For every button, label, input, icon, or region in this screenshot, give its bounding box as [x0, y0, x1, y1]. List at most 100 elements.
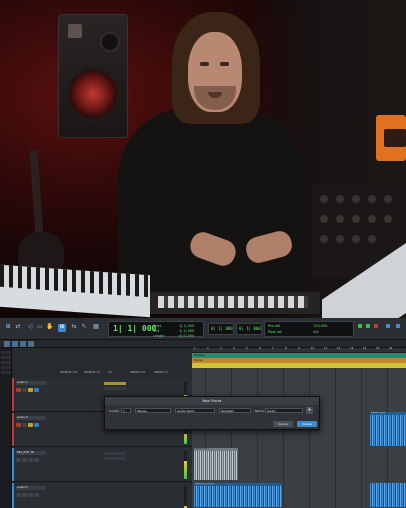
ruler-mark: 8 — [285, 347, 287, 350]
view-toggle-icon[interactable] — [4, 341, 10, 347]
input-monitor-button[interactable] — [22, 388, 27, 392]
ruler-mark: 4 — [233, 347, 235, 350]
input-monitor-button[interactable] — [22, 493, 27, 497]
track-count-field[interactable]: 1 — [121, 408, 131, 413]
meter-value: 4/4 — [313, 330, 319, 334]
smart-tool-icon[interactable]: ⊕ — [58, 324, 66, 332]
name-label: Name: — [255, 409, 265, 413]
record-arm-button[interactable] — [16, 388, 21, 392]
solo-button[interactable] — [28, 423, 33, 427]
grid-line — [361, 368, 362, 508]
nudge-value: 0| 1| 000 — [211, 326, 233, 331]
ruler-mark: 5 — [246, 347, 248, 350]
output-selector[interactable] — [104, 457, 126, 460]
track-row[interactable]: MIX_RTR_TR — [12, 448, 192, 482]
output-selector[interactable] — [104, 387, 126, 390]
tempo-display[interactable]: Pre-roll Post-roll 120.000 4/4 — [264, 321, 354, 337]
create-button[interactable]: Create — [297, 421, 317, 427]
grid-line — [335, 368, 336, 508]
markers-ruler-label: Markers — [194, 353, 206, 357]
track-type-select[interactable]: Audio Track — [175, 408, 215, 413]
mute-button[interactable] — [34, 493, 39, 497]
add-row-icon[interactable]: + — [306, 407, 313, 414]
mute-button[interactable] — [34, 458, 39, 462]
counter-start-value: 1| 1| 000 — [179, 324, 195, 328]
track-name[interactable]: MIX_RTR_TR — [16, 451, 46, 455]
new-tracks-dialog: New Tracks Create 1 Stereo Audio Track S… — [104, 396, 320, 430]
eye — [200, 62, 209, 66]
create-label: Create — [109, 409, 119, 413]
track-width-select[interactable]: Stereo — [135, 408, 171, 413]
track-name[interactable]: Audio 5 — [16, 486, 46, 490]
track-list-row[interactable] — [1, 371, 11, 374]
tempo-value: 120.000 — [313, 324, 328, 328]
grid-mode-icon[interactable]: ▦ — [92, 324, 100, 332]
track-name[interactable]: Audio 2 — [16, 416, 46, 420]
grabber-tool-icon[interactable]: ✋ — [46, 324, 54, 332]
track-name-input[interactable]: Audio — [265, 408, 303, 413]
audio-clip[interactable]: MIX_RTR_TR_01 — [194, 483, 282, 507]
record-arm-button[interactable] — [16, 423, 21, 427]
solo-button[interactable] — [28, 493, 33, 497]
nudge-value-box[interactable]: 0| 1| 000 — [208, 323, 234, 335]
column-header-inserts-ae: INSERTS A-E — [60, 370, 78, 374]
track-list-row[interactable] — [1, 366, 11, 369]
solo-button[interactable] — [28, 458, 33, 462]
track-list-row[interactable] — [1, 351, 11, 354]
mute-button[interactable] — [34, 423, 39, 427]
record-arm-button[interactable] — [16, 458, 21, 462]
input-selector[interactable] — [104, 452, 126, 455]
view-toggle-icon[interactable] — [12, 341, 18, 347]
track-list-row[interactable] — [1, 356, 11, 359]
cancel-button[interactable]: Cancel — [273, 421, 293, 427]
scrubber-icon[interactable]: ⇆ — [70, 324, 78, 332]
ruler-mark: 14 — [363, 347, 367, 350]
grid-value-box[interactable]: 0| 1| 000 — [236, 323, 262, 335]
grid-value: 0| 1| 000 — [239, 326, 261, 331]
ruler-mark: 15 — [376, 347, 380, 350]
ruler-mark: 16 — [389, 347, 393, 350]
input-selector[interactable] — [104, 382, 126, 385]
pencil-tool-icon[interactable]: ✎ — [80, 324, 88, 332]
selector-tool-icon[interactable]: ▭ — [36, 324, 44, 332]
ruler-mark: 11 — [324, 347, 328, 350]
track-list-row[interactable] — [1, 361, 11, 364]
clip-waveform — [370, 483, 406, 507]
grid-line — [309, 368, 310, 508]
record-arm-button[interactable] — [16, 493, 21, 497]
status-led — [366, 324, 370, 328]
ruler-mark: 12 — [337, 347, 341, 350]
main-counter[interactable]: 1| 1| 000 Start End Length 1| 1| 000 1| … — [108, 321, 204, 338]
zoom-icon[interactable]: ⊞ — [4, 324, 12, 332]
timebase-select[interactable]: Samples — [219, 408, 251, 413]
shuffle-icon[interactable]: ⇄ — [14, 324, 22, 332]
track-color-strip — [12, 448, 14, 481]
ruler-mark: 1 — [194, 347, 196, 350]
counter-end-label: End — [153, 329, 160, 333]
view-toggle-icon[interactable] — [20, 341, 26, 347]
input-monitor-button[interactable] — [22, 423, 27, 427]
midi-controller — [150, 292, 320, 314]
input-monitor-button[interactable] — [22, 458, 27, 462]
meter-ruler[interactable] — [192, 363, 406, 368]
clip-waveform — [194, 451, 238, 480]
view-toggle-icon[interactable] — [28, 341, 34, 347]
audio-clip[interactable]: Audio 3_01 — [194, 448, 238, 480]
counter-end-value: 1| 1| 000 — [179, 329, 195, 333]
solo-button[interactable] — [28, 388, 33, 392]
speaker-woofer — [69, 70, 117, 118]
mute-button[interactable] — [34, 388, 39, 392]
preroll-label: Pre-roll — [268, 324, 281, 328]
track-color-strip — [12, 413, 14, 446]
edit-window-toolbar — [0, 340, 406, 348]
audio-clip[interactable]: Audio 5_01 — [370, 412, 406, 446]
transport-bar: ⊞ ⇄ ◁ ▭ ✋ ⊕ ⇆ ✎ ▦ 1| 1| 000 Start End Le… — [0, 318, 406, 340]
track-name[interactable]: Audio 1 — [16, 381, 46, 385]
orange-amplifier — [376, 115, 406, 161]
audio-clip[interactable] — [370, 483, 406, 507]
counter-length-value: 0| 0| 000 — [179, 334, 195, 338]
track-row[interactable]: Audio 5 — [12, 483, 192, 508]
clip-waveform — [370, 415, 406, 446]
ruler-mark: 13 — [350, 347, 354, 350]
trim-tool-icon[interactable]: ◁ — [26, 324, 34, 332]
